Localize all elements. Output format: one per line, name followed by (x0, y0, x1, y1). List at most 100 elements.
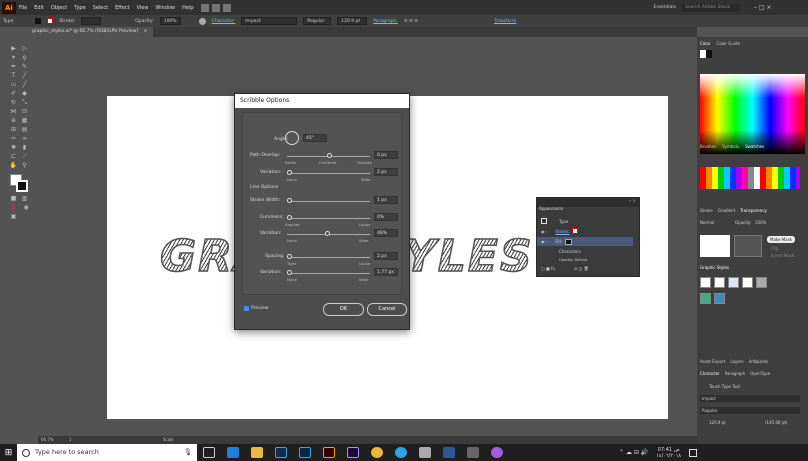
tab-graphic-styles[interactable]: Graphic Styles (700, 265, 729, 270)
clip-checkbox[interactable]: Clip (771, 246, 779, 251)
appearance-row-fill[interactable]: ◉ › Fill: (537, 237, 633, 246)
menu-type[interactable]: Type (74, 5, 85, 11)
graphic-style-swatch[interactable] (742, 277, 753, 288)
notifications-icon[interactable] (689, 448, 698, 457)
visibility-eye-icon[interactable]: ◉ › (541, 239, 547, 244)
after-effects-icon[interactable] (347, 447, 359, 458)
angle-field[interactable]: 45° (303, 134, 327, 142)
menu-file[interactable]: File (19, 5, 27, 11)
color-mode-icon[interactable]: ■ (9, 195, 18, 202)
preview-checkbox[interactable] (244, 306, 249, 311)
artboard-tool-icon[interactable]: ⊏ (9, 153, 18, 160)
document-tab[interactable]: graphic_styles.ai* @ 66.7% (RGB/GPU Prev… (26, 27, 154, 37)
rotate-tool-icon[interactable]: ↻ (9, 99, 18, 106)
stroke-label[interactable]: Stroke: (59, 19, 75, 24)
shaper-tool-icon[interactable]: ✐ (9, 90, 18, 97)
file-explorer-icon[interactable] (251, 447, 263, 458)
appearance-opacity[interactable]: Opacity: Default (559, 258, 587, 262)
graphic-styles-grid[interactable] (700, 277, 780, 305)
font-family-dropdown[interactable]: Impact (700, 395, 800, 402)
perspective-grid-tool-icon[interactable]: ▦ (20, 117, 29, 124)
eraser-tool-icon[interactable]: ◆ (20, 90, 29, 97)
tab-character[interactable]: Character (700, 371, 720, 376)
tab-transparency[interactable]: Transparency (740, 208, 767, 213)
fx-label[interactable]: fx. (551, 266, 556, 271)
spacing-field[interactable]: 2 px (374, 252, 398, 260)
photoshop-icon[interactable] (299, 447, 311, 458)
fill-stroke-mini[interactable] (700, 50, 712, 58)
make-mask-button[interactable]: Make Mask (767, 236, 796, 243)
workspace-switcher[interactable]: Essentials (654, 5, 677, 10)
mesh-tool-icon[interactable]: ⊞ (9, 126, 18, 133)
tab-asset-export[interactable]: Asset Export (700, 359, 725, 364)
artboard-navigator[interactable]: 1 (69, 437, 72, 442)
fill-stroke-widget[interactable] (10, 174, 30, 194)
rectangle-tool-icon[interactable]: ▭ (9, 81, 18, 88)
selection-tool-icon[interactable]: ▶ (9, 45, 18, 52)
font-style-dropdown[interactable]: Regular (700, 407, 800, 414)
align-buttons[interactable]: ≡ ≡ ≡ (404, 19, 418, 24)
tab-layers[interactable]: Layers (730, 359, 743, 364)
blend-mode-dropdown[interactable]: Normal (700, 220, 714, 225)
window-controls[interactable]: – □ × (754, 4, 772, 11)
gradient-mode-icon[interactable]: ▥ (20, 195, 29, 202)
graphic-style-swatch[interactable] (714, 277, 725, 288)
variation1-slider-knob[interactable] (287, 170, 292, 175)
none-mode-icon[interactable]: ⧄ (9, 204, 18, 211)
screen-mode-icon[interactable]: ▣ (9, 213, 18, 220)
menu-view[interactable]: View (137, 5, 149, 11)
direct-selection-tool-icon[interactable]: ▷ (20, 45, 29, 52)
cancel-button[interactable]: Cancel (367, 303, 407, 316)
stroke-width-slider-track[interactable] (287, 201, 370, 202)
curviness-slider-track[interactable] (287, 218, 370, 219)
angle-dial[interactable] (285, 131, 299, 145)
search-stock-input[interactable]: Search Adobe Stock (682, 3, 741, 12)
task-view-icon[interactable] (203, 447, 215, 458)
graphic-style-swatch[interactable] (756, 277, 767, 288)
menu-help[interactable]: Help (182, 5, 193, 11)
mail-icon[interactable] (419, 447, 431, 458)
hand-tool-icon[interactable]: ✋ (9, 162, 18, 169)
stroke-box[interactable] (16, 180, 28, 192)
zoom-tool-icon[interactable]: ⚲ (20, 162, 29, 169)
menu-effect[interactable]: Effect (115, 5, 129, 11)
graphic-style-swatch[interactable] (700, 292, 711, 304)
app-icon[interactable] (467, 447, 479, 458)
zoom-level[interactable]: 66.7% (41, 437, 54, 442)
invert-mask-checkbox[interactable]: Invert Mask (771, 253, 794, 258)
tab-symbols[interactable]: Symbols (722, 144, 739, 149)
preview-label[interactable]: Preview (251, 306, 269, 311)
type-tool-icon[interactable]: T (9, 72, 18, 79)
blend-tool-icon[interactable]: ∞ (20, 135, 29, 142)
opacity-label[interactable]: Opacity: (135, 19, 154, 24)
spacing-slider-knob[interactable] (287, 254, 292, 259)
stroke-width-slider-knob[interactable] (287, 198, 292, 203)
column-graph-tool-icon[interactable]: ▮ (20, 144, 29, 151)
word-icon[interactable] (443, 447, 455, 458)
appearance-tab[interactable]: Appearance (539, 206, 563, 211)
scale-tool-icon[interactable]: ⤡ (20, 99, 29, 106)
variation1-field[interactable]: 2 px (374, 168, 398, 176)
bridge-icon[interactable] (200, 3, 209, 12)
telegram-icon[interactable] (395, 447, 407, 458)
appearance-row-stroke[interactable]: ◉ › Stroke: (541, 227, 631, 235)
opacity-field[interactable]: 100% (159, 17, 181, 25)
microphone-icon[interactable]: 🎙 (184, 444, 192, 461)
stroke-swatch-icon[interactable] (572, 228, 579, 234)
artwork-text-right[interactable]: YLES (403, 230, 534, 283)
taskbar-clock[interactable]: 07:41 ص ١٤/٠٦/٢٠١٨ (656, 447, 681, 459)
tab-swatches[interactable]: Swatches (745, 144, 764, 149)
illustrator-icon[interactable] (323, 447, 335, 458)
variation2-field[interactable]: 48% (374, 229, 398, 237)
curviness-slider-knob[interactable] (287, 215, 292, 220)
menu-edit[interactable]: Edit (34, 5, 44, 11)
pen-tool-icon[interactable]: ✒ (9, 63, 18, 70)
messenger-icon[interactable] (491, 447, 503, 458)
menu-window[interactable]: Window (155, 5, 175, 11)
tab-paragraph[interactable]: Paragraph (725, 371, 746, 376)
ok-button[interactable]: OK (323, 303, 364, 316)
variation3-field[interactable]: 1.77 px (374, 268, 398, 276)
transform-label[interactable]: Transform (494, 19, 516, 24)
touch-type-tool-button[interactable]: Touch Type Tool (709, 384, 740, 389)
symbol-sprayer-tool-icon[interactable]: ✺ (9, 144, 18, 151)
